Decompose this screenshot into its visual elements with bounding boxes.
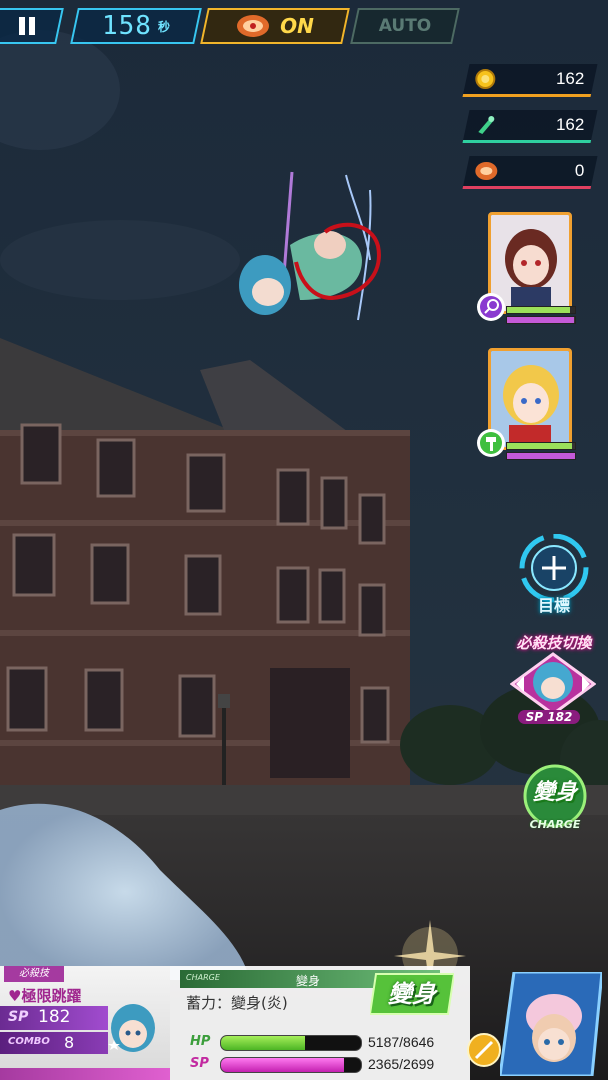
baton-skill-button[interactable] (466, 1032, 502, 1068)
ultimate-sp-cost: SP 182 (518, 710, 580, 724)
ticket-counter: 0 (462, 156, 598, 189)
combo-label: COMBO (8, 1036, 50, 1047)
sp-fill (221, 1058, 344, 1072)
burst-toggle-button[interactable]: ON (200, 8, 350, 44)
transform-title: 變身 (295, 974, 320, 988)
ultimate-switch-button[interactable] (510, 652, 596, 716)
skill-tag: 必殺技 (4, 966, 64, 982)
magnifier-skill-icon (477, 293, 505, 321)
ally-1-gauge (506, 306, 576, 314)
ticket-badge-icon (237, 15, 270, 37)
transform-button-label: 變身 (388, 980, 436, 1008)
skill-gauge (0, 1068, 170, 1080)
crystal-value: 162 (555, 115, 585, 134)
auto-label: AUTO (378, 16, 432, 36)
gold-value: 162 (555, 69, 585, 88)
sp-bar (220, 1057, 362, 1073)
skill-name: ♥極限跳躍 (8, 987, 82, 1005)
ally-2-charge (506, 452, 576, 460)
player-portrait[interactable] (500, 972, 602, 1076)
ultimate-switch-title: 必殺技切換 (516, 634, 592, 652)
charge-tag: CHARGE (186, 973, 220, 982)
timer-value: 158 (102, 11, 152, 41)
hp-bar (220, 1035, 362, 1051)
combo-value: 8 (64, 1033, 75, 1052)
pause-icon (19, 17, 35, 35)
crystal-counter: 162 (462, 110, 598, 143)
sp-status-value: 2365/2699 (368, 1056, 435, 1072)
hammer-skill-icon (477, 429, 505, 457)
ticket-badge-icon (475, 162, 498, 180)
target-label: 目標 (537, 596, 570, 615)
ally-1-charge (506, 316, 576, 324)
green-crystal-icon (478, 116, 495, 134)
accumulate-text: 蓄力：變身(炎) (186, 994, 288, 1012)
skill-character-avatar[interactable] (100, 998, 166, 1064)
timer-unit: 秒 (157, 19, 170, 34)
sp-value: 182 (38, 1007, 71, 1027)
gold-counter: 162 (462, 64, 598, 97)
hp-fill (221, 1036, 305, 1050)
ticket-value: 0 (574, 161, 585, 180)
auto-button[interactable]: AUTO (350, 8, 460, 44)
hp-value: 5187/8646 (368, 1034, 435, 1050)
pause-button[interactable] (0, 8, 64, 44)
sp-label: SP (8, 1009, 29, 1025)
hp-label: HP (190, 1034, 211, 1049)
sp-status-label: SP (190, 1056, 209, 1071)
gold-coin-icon (475, 69, 496, 89)
battle-timer: 158 秒 (70, 8, 202, 44)
transform-label: 變身 (532, 780, 577, 805)
burst-state: ON (280, 14, 314, 38)
ally-2-gauge (506, 442, 576, 450)
charge-label: CHARGE (529, 818, 581, 831)
